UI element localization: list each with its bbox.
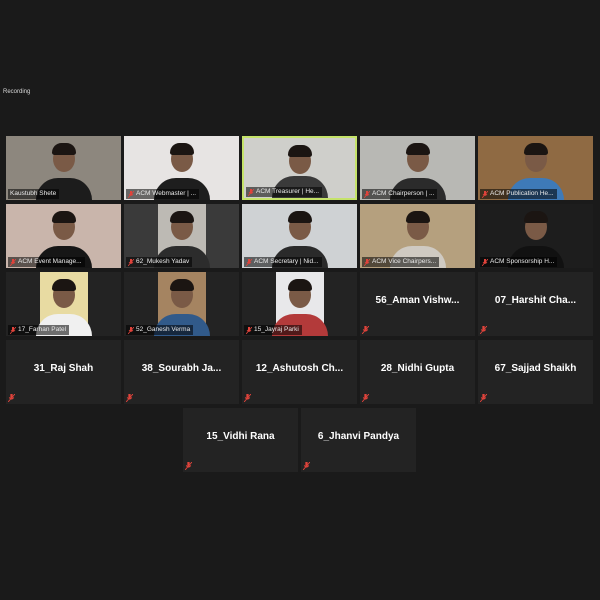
participant-hair <box>405 143 430 155</box>
participant-name: 15_Vidhi Rana <box>206 431 275 442</box>
participant-tile[interactable]: 28_Nidhi Gupta <box>360 340 475 404</box>
participant-name: 38_Sourabh Ja... <box>141 363 222 374</box>
participant-label: ACM Sponsorship H... <box>480 257 558 267</box>
participant-tile[interactable]: 15_Vidhi Rana <box>183 408 298 472</box>
participant-tile[interactable]: 17_Farhan Patel <box>6 272 121 336</box>
participant-name: ACM Vice Chairpers... <box>372 258 437 265</box>
participant-hair <box>169 211 194 223</box>
participant-name: ACM Event Manage... <box>18 258 82 265</box>
participant-label: 15_Jayraj Parki <box>244 325 302 335</box>
recording-indicator: Recording <box>3 89 31 95</box>
participant-hair <box>51 279 76 291</box>
mic-muted-icon <box>482 190 488 198</box>
participant-name: 67_Sajjad Shaikh <box>494 363 577 374</box>
participant-hair <box>405 211 430 223</box>
participant-label: ACM Treasurer | He... <box>246 187 323 197</box>
participant-name: ACM Secretary | Nid... <box>254 258 319 265</box>
mic-muted-icon <box>362 326 369 334</box>
participant-tile[interactable]: Kaustubh Shete <box>6 136 121 200</box>
mic-muted-icon <box>128 258 134 266</box>
participant-tile[interactable]: 52_Ganesh Verma <box>124 272 239 336</box>
participant-name: 15_Jayraj Parki <box>254 326 299 333</box>
participant-label: ACM Event Manage... <box>8 257 85 267</box>
mic-muted-icon <box>244 394 251 402</box>
participant-name: ACM Webmaster | ... <box>136 190 197 197</box>
participant-tile[interactable]: ACM Webmaster | ... <box>124 136 239 200</box>
participant-tile[interactable]: ACM Event Manage... <box>6 204 121 268</box>
participant-tile[interactable]: 07_Harshit Cha... <box>478 272 593 336</box>
participant-label: ACM Publication He... <box>480 189 557 199</box>
participant-tile-active-speaker[interactable]: ACM Treasurer | He... <box>242 136 357 200</box>
mic-muted-icon <box>482 258 488 266</box>
mic-muted-icon <box>185 462 192 470</box>
mic-muted-icon <box>8 394 15 402</box>
mic-muted-icon <box>364 190 370 198</box>
participant-name: 28_Nidhi Gupta <box>380 363 455 374</box>
participant-tile[interactable]: 62_Mukesh Yadav <box>124 204 239 268</box>
participant-label: ACM Secretary | Nid... <box>244 257 322 267</box>
mic-muted-icon <box>248 188 254 196</box>
participant-name: ACM Chairperson | ... <box>372 190 435 197</box>
participant-tile[interactable]: ACM Sponsorship H... <box>478 204 593 268</box>
participant-label: ACM Chairperson | ... <box>362 189 438 199</box>
mic-muted-icon <box>303 462 310 470</box>
participant-tile[interactable]: ACM Vice Chairpers... <box>360 204 475 268</box>
participant-name: Kaustubh Shete <box>10 190 57 197</box>
participant-name: ACM Treasurer | He... <box>256 188 320 195</box>
participant-name: 6_Jhanvi Pandya <box>317 431 400 442</box>
participant-name: 07_Harshit Cha... <box>494 295 577 306</box>
participant-tile[interactable]: ACM Secretary | Nid... <box>242 204 357 268</box>
participant-hair <box>287 145 312 157</box>
mic-muted-icon <box>128 190 134 198</box>
participant-label: ACM Webmaster | ... <box>126 189 200 199</box>
mic-muted-icon <box>246 258 252 266</box>
participant-label: ACM Vice Chairpers... <box>362 257 440 267</box>
participant-tile[interactable]: 15_Jayraj Parki <box>242 272 357 336</box>
participant-hair <box>51 211 76 223</box>
participant-label: Kaustubh Shete <box>8 189 60 199</box>
mic-muted-icon <box>480 326 487 334</box>
mic-muted-icon <box>246 326 252 334</box>
participant-tile[interactable]: 12_Ashutosh Ch... <box>242 340 357 404</box>
participant-hair <box>51 143 76 155</box>
mic-muted-icon <box>364 258 370 266</box>
participant-tile[interactable]: 31_Raj Shah <box>6 340 121 404</box>
participant-tile[interactable]: 38_Sourabh Ja... <box>124 340 239 404</box>
participant-name: 12_Ashutosh Ch... <box>255 363 344 374</box>
mic-muted-icon <box>10 258 16 266</box>
participant-name: ACM Sponsorship H... <box>490 258 555 265</box>
participant-label: 52_Ganesh Verma <box>126 325 194 335</box>
participant-tile[interactable]: 56_Aman Vishw... <box>360 272 475 336</box>
participant-name: ACM Publication He... <box>490 190 554 197</box>
participant-name: 52_Ganesh Verma <box>136 326 191 333</box>
mic-muted-icon <box>362 394 369 402</box>
participant-label: 17_Farhan Patel <box>8 325 70 335</box>
participant-name: 31_Raj Shah <box>33 363 94 374</box>
participant-tile[interactable]: ACM Publication He... <box>478 136 593 200</box>
mic-muted-icon <box>128 326 134 334</box>
participant-tile[interactable]: 67_Sajjad Shaikh <box>478 340 593 404</box>
participant-name: 17_Farhan Patel <box>18 326 67 333</box>
mic-muted-icon <box>126 394 133 402</box>
participant-name: 62_Mukesh Yadav <box>136 258 190 265</box>
participant-tile[interactable]: 6_Jhanvi Pandya <box>301 408 416 472</box>
participant-label: 62_Mukesh Yadav <box>126 257 193 267</box>
participant-hair <box>287 279 312 291</box>
participant-name: 56_Aman Vishw... <box>375 295 460 306</box>
participant-hair <box>169 143 194 155</box>
participant-hair <box>523 211 548 223</box>
participant-tile[interactable]: ACM Chairperson | ... <box>360 136 475 200</box>
mic-muted-icon <box>10 326 16 334</box>
participant-hair <box>287 211 312 223</box>
participant-hair <box>169 279 194 291</box>
participant-hair <box>523 143 548 155</box>
mic-muted-icon <box>480 394 487 402</box>
